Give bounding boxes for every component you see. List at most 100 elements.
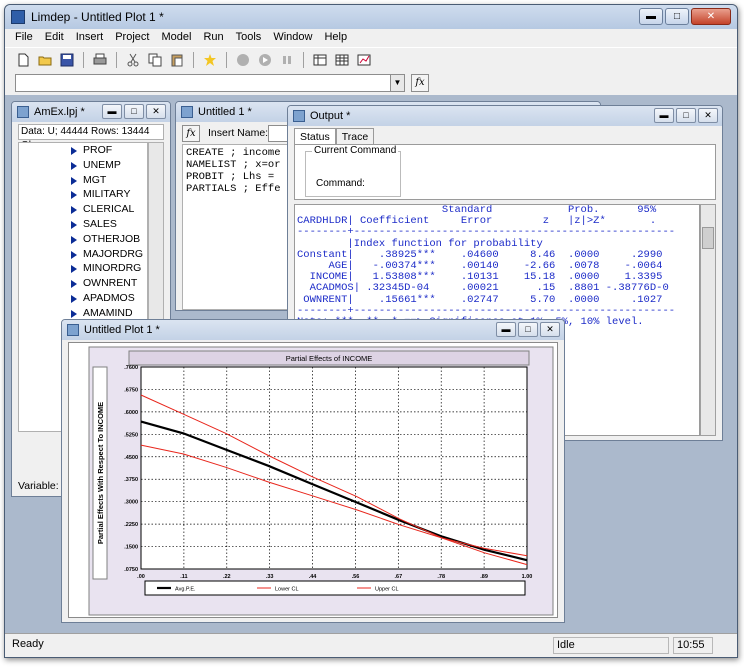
output-icon (293, 110, 305, 122)
status-time: 10:55 (673, 637, 713, 654)
function-button[interactable]: fx (182, 125, 200, 142)
list-item[interactable]: SALES (19, 217, 147, 232)
project-window-titlebar: AmEx.lpj * ▬ □ ✕ (12, 102, 170, 122)
menu-edit[interactable]: Edit (39, 29, 70, 47)
list-item[interactable]: MAJORDRG (19, 247, 147, 262)
menu-run[interactable]: Run (197, 29, 229, 47)
close-button[interactable]: ✕ (691, 8, 731, 25)
variable-arrow-icon (71, 235, 77, 244)
status-panel: Current Command Command: (294, 144, 716, 200)
menu-tools[interactable]: Tools (230, 29, 268, 47)
minimize-button[interactable]: ▬ (639, 8, 663, 25)
y-tick-label: .5250 (124, 432, 138, 438)
x-tick-label: 1.00 (522, 574, 533, 580)
x-tick-label: .11 (180, 574, 187, 580)
paste-icon[interactable] (167, 51, 187, 69)
legend-label: Lower CL (275, 587, 299, 593)
toolbar-separator (226, 51, 227, 68)
new-file-icon[interactable] (13, 51, 33, 69)
menu-file[interactable]: File (9, 29, 39, 47)
menu-model[interactable]: Model (155, 29, 197, 47)
cut-icon[interactable] (123, 51, 143, 69)
save-icon[interactable] (57, 51, 77, 69)
list-item[interactable]: PROF (19, 143, 147, 158)
status-bar: Ready Idle 10:55 (5, 633, 737, 657)
copy-icon[interactable] (145, 51, 165, 69)
command-bar: ▼ fx (5, 71, 737, 95)
variable-arrow-icon (71, 191, 77, 200)
variable-name: OWNRENT (83, 277, 138, 290)
pause-icon[interactable] (277, 51, 297, 69)
list-item[interactable]: CLERICAL (19, 202, 147, 217)
variable-name: AMAMIND (83, 306, 133, 319)
command-input[interactable]: ▼ (15, 74, 405, 92)
main-toolbar (5, 47, 737, 71)
editor-window-title: Untitled 1 * (198, 106, 252, 118)
current-command-group: Current Command Command: (305, 145, 401, 197)
menu-help[interactable]: Help (318, 29, 353, 47)
menu-insert[interactable]: Insert (70, 29, 110, 47)
run-icon[interactable] (255, 51, 275, 69)
variable-arrow-icon (71, 206, 77, 215)
x-tick-label: .22 (223, 574, 231, 580)
maximize-button[interactable]: □ (676, 108, 696, 123)
open-folder-icon[interactable] (35, 51, 55, 69)
star-icon[interactable] (200, 51, 220, 69)
menu-project[interactable]: Project (109, 29, 155, 47)
variable-name: MAJORDRG (83, 247, 144, 260)
minimize-button[interactable]: ▬ (654, 108, 674, 123)
y-tick-label: .4500 (124, 455, 138, 461)
maximize-button[interactable]: □ (124, 104, 144, 119)
x-tick-label: .33 (266, 574, 274, 580)
table-icon[interactable] (332, 51, 352, 69)
list-item[interactable]: APADMOS (19, 291, 147, 306)
toolbar-separator (83, 51, 84, 68)
y-tick-label: .6750 (124, 387, 138, 393)
output-scrollbar[interactable] (700, 204, 716, 436)
list-item[interactable]: UNEMP (19, 158, 147, 173)
plot-icon (67, 324, 79, 336)
list-item[interactable]: MINORDRG (19, 261, 147, 276)
plot-canvas: Partial Effects of INCOME Partial Effects… (68, 342, 558, 618)
menu-bar: File Edit Insert Project Model Run Tools… (5, 29, 737, 47)
data-editor-icon[interactable] (310, 51, 330, 69)
close-button[interactable]: ✕ (698, 108, 718, 123)
tab-trace[interactable]: Trace (335, 128, 375, 145)
chart-title: Partial Effects of INCOME (286, 354, 373, 363)
current-command-legend: Current Command (312, 145, 399, 156)
variable-name: APADMOS (83, 291, 135, 304)
maximize-button[interactable]: □ (518, 322, 538, 337)
minimize-button[interactable]: ▬ (102, 104, 122, 119)
list-item[interactable]: MILITARY (19, 187, 147, 202)
menu-window[interactable]: Window (267, 29, 318, 47)
plot-window: Untitled Plot 1 * ▬ □ ✕ Partial Effects … (61, 319, 565, 623)
legend-label: Avg.P.E. (175, 587, 196, 593)
app-titlebar: Limdep - Untitled Plot 1 * ▬ □ ✕ (5, 5, 737, 29)
x-tick-label: .00 (137, 574, 145, 580)
variable-arrow-icon (71, 280, 77, 289)
scrollbar-thumb[interactable] (702, 227, 714, 249)
y-tick-label: .0750 (124, 567, 138, 573)
variable-name: UNEMP (83, 158, 121, 171)
list-item[interactable]: OTHERJOB (19, 232, 147, 247)
y-tick-label: .1500 (124, 545, 138, 551)
toolbar-separator (116, 51, 117, 68)
plot-window-title: Untitled Plot 1 * (84, 324, 160, 336)
chart-icon[interactable] (354, 51, 374, 69)
close-button[interactable]: ✕ (146, 104, 166, 119)
status-state: Idle (553, 637, 669, 654)
maximize-button[interactable]: □ (665, 8, 689, 25)
chart-legend (144, 580, 526, 596)
variable-name: SALES (83, 217, 117, 230)
chevron-down-icon[interactable]: ▼ (390, 75, 404, 91)
list-item[interactable]: MGT (19, 173, 147, 188)
y-tick-label: .3000 (124, 500, 138, 506)
print-icon[interactable] (90, 51, 110, 69)
partial-effects-chart: Partial Effects of INCOME Partial Effects… (88, 346, 554, 616)
list-item[interactable]: OWNRENT (19, 276, 147, 291)
stop-icon[interactable] (233, 51, 253, 69)
minimize-button[interactable]: ▬ (496, 322, 516, 337)
close-button[interactable]: ✕ (540, 322, 560, 337)
limdep-main-window: Limdep - Untitled Plot 1 * ▬ □ ✕ File Ed… (4, 4, 738, 658)
function-button[interactable]: fx (411, 74, 429, 92)
